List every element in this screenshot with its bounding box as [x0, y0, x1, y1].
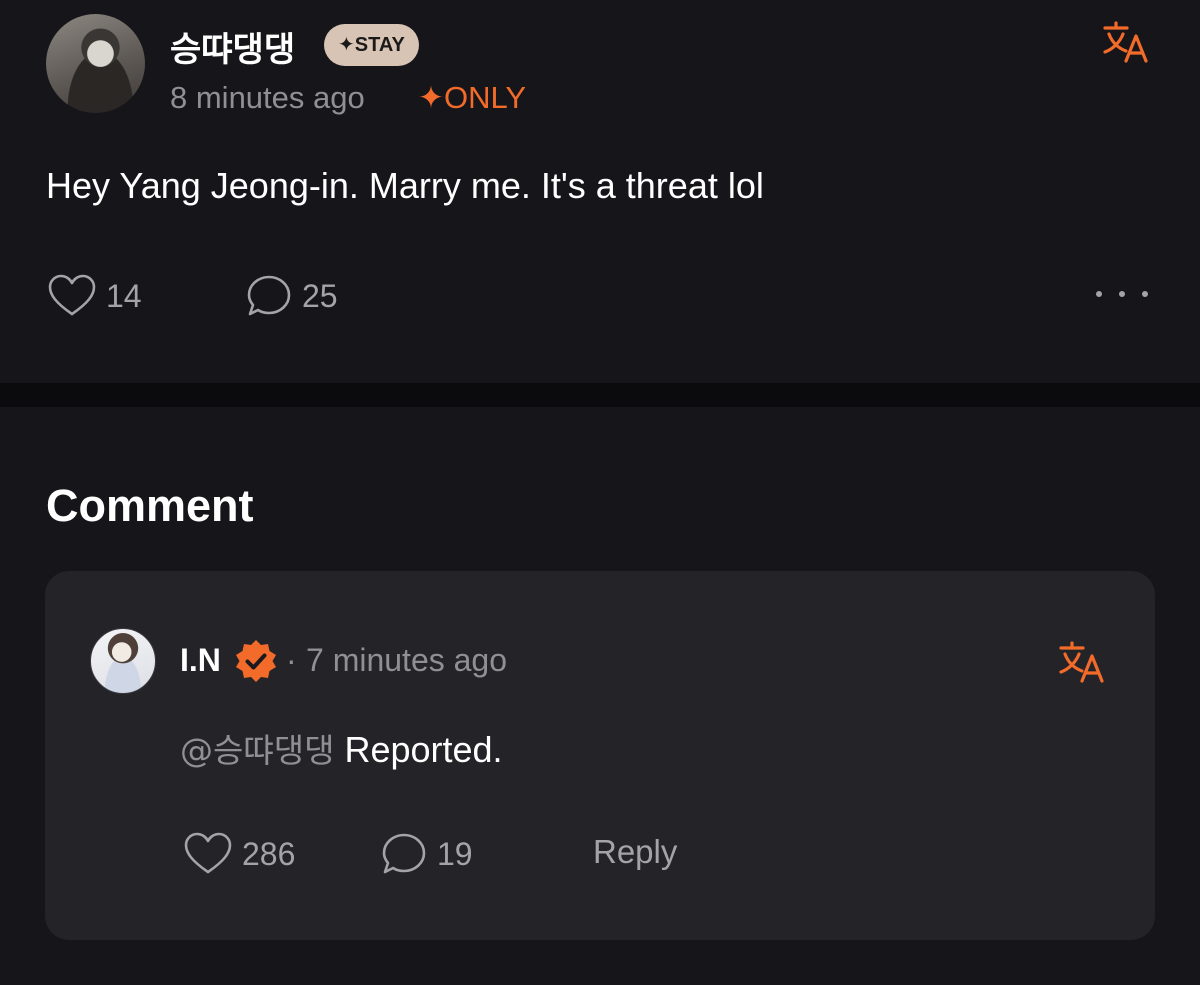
more-dots-icon [1096, 291, 1102, 297]
post-comment-count: 25 [302, 277, 338, 314]
translate-icon[interactable] [1102, 20, 1150, 64]
heart-outline-icon [184, 832, 232, 874]
verified-badge-icon [233, 638, 279, 684]
comment-body: @승땨댕댕 Reported. [180, 724, 503, 772]
section-divider [0, 383, 1200, 407]
comment-replies-button[interactable]: 19 [381, 832, 473, 876]
comment-author-name[interactable]: I.N [180, 642, 221, 679]
post-like-button[interactable]: 14 [48, 274, 142, 318]
translate-icon[interactable] [1058, 640, 1106, 684]
more-options-button[interactable] [1096, 284, 1148, 304]
comment-section-title: Comment [46, 480, 254, 531]
heart-outline-icon [48, 274, 96, 316]
post-author-avatar[interactable] [46, 14, 145, 113]
comment-timestamp: 7 minutes ago [306, 642, 508, 678]
speech-bubble-icon [382, 833, 426, 874]
post-comment-button[interactable]: 25 [246, 274, 338, 318]
comment-like-count: 286 [242, 835, 296, 872]
only-badge: ✦ONLY [418, 80, 527, 115]
post-body-text: Hey Yang Jeong-in. Marry me. It's a thre… [46, 165, 764, 206]
post-author-name[interactable]: 승땨댕댕 [170, 22, 295, 71]
comment-like-button[interactable]: 286 [184, 832, 295, 876]
comment-author-avatar[interactable] [90, 628, 156, 694]
reply-button[interactable]: Reply [593, 833, 677, 871]
post-like-count: 14 [106, 277, 142, 314]
post-timestamp: 8 minutes ago [170, 80, 365, 115]
comment-reply-count: 19 [437, 835, 473, 872]
comment-text: Reported. [334, 729, 503, 770]
post-card: 승땨댕댕 ✦STAY 8 minutes ago ✦ONLY Hey Yang … [0, 0, 1200, 383]
mention-link[interactable]: @승땨댕댕 [180, 731, 334, 770]
meta-separator: · [286, 642, 297, 678]
membership-badge: ✦STAY [324, 24, 419, 66]
speech-bubble-icon [247, 275, 291, 316]
